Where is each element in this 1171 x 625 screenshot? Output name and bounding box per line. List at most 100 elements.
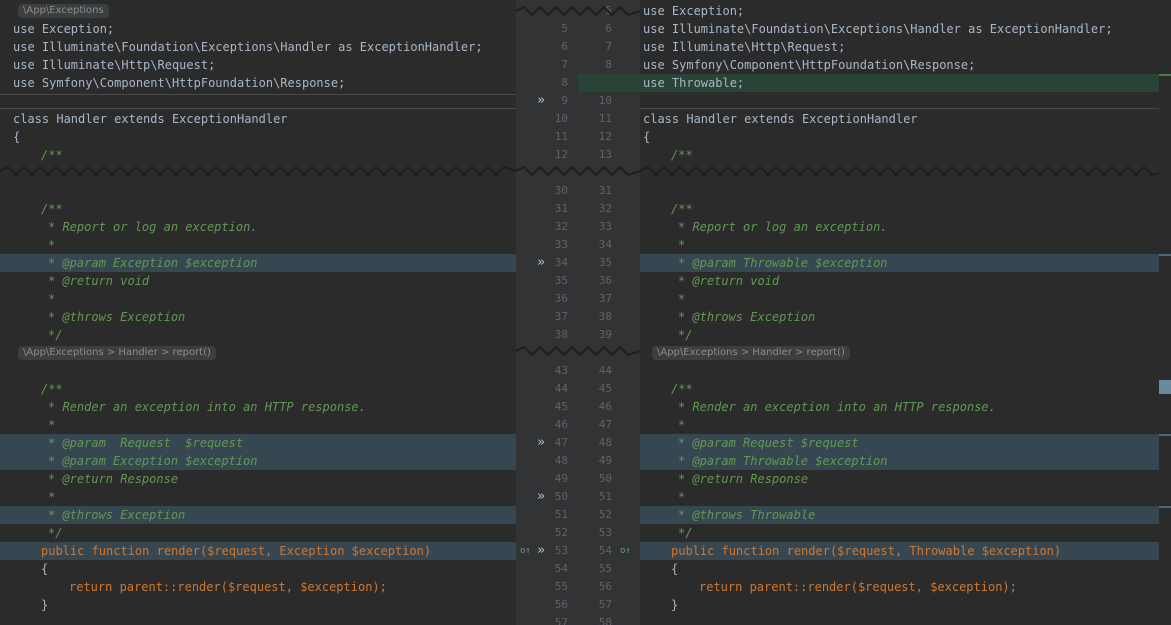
code-line: */ (678, 326, 692, 344)
right-line-number: 46 (598, 400, 612, 413)
apply-change-arrow-icon[interactable]: » (534, 542, 548, 560)
code-line: use Illuminate\Foundation\Exceptions\Han… (13, 38, 483, 56)
code-text: use Exception; (643, 4, 745, 18)
code-text: * @throws Throwable (678, 508, 816, 522)
code-line: * @param Request $request (48, 434, 243, 452)
left-line-number: 12 (554, 148, 568, 161)
right-line-number: 52 (598, 508, 612, 521)
collapsed-region-marker[interactable] (516, 166, 640, 176)
code-line: * (48, 236, 55, 254)
code-text: class Handler extends ExceptionHandler (13, 112, 288, 126)
left-line-number: 35 (554, 274, 568, 287)
diff-overview-scrollbar[interactable] (1159, 0, 1171, 625)
breadcrumb-namespace[interactable]: \App\Exceptions (18, 4, 109, 18)
code-text: * @return void (48, 274, 150, 288)
code-line: * @return void (678, 272, 779, 290)
collapsed-region-marker[interactable] (0, 166, 516, 176)
code-line: class Handler extends ExceptionHandler (643, 110, 918, 128)
left-line-number: 7 (561, 58, 568, 71)
code-text: public function render($request, Excepti… (41, 544, 432, 558)
code-line: * @return void (48, 272, 149, 290)
right-line-number: 36 (598, 274, 612, 287)
left-line-number: 5 (561, 22, 568, 35)
breadcrumb-method[interactable]: \App\Exceptions > Handler > report() (652, 346, 850, 360)
right-line-number: 51 (598, 490, 612, 503)
code-line: * @param Exception $exception (48, 452, 258, 470)
left-line-number: 45 (554, 400, 568, 413)
code-text: * @param Throwable $exception (678, 256, 888, 270)
code-text: use Throwable; (643, 76, 745, 90)
code-line: * @throws Exception (48, 506, 185, 524)
collapsed-region-marker[interactable] (516, 6, 640, 16)
code-text: */ (678, 328, 693, 342)
right-line-number: 57 (598, 598, 612, 611)
code-line: { (41, 560, 48, 578)
collapsed-region-marker[interactable] (640, 166, 1171, 176)
change-marker[interactable] (1159, 506, 1171, 508)
code-text: * @param Exception $exception (48, 454, 258, 468)
code-line: * @return Response (678, 470, 808, 488)
code-text: * Report or log an exception. (48, 220, 258, 234)
left-diff-editor[interactable]: \App\Exceptions use Exception; use Illum… (0, 0, 516, 625)
code-line: use Exception; (643, 2, 744, 20)
override-icon[interactable]: o↑ (520, 542, 531, 560)
left-line-number: 43 (554, 364, 568, 377)
right-line-number: 58 (598, 616, 612, 625)
override-icon[interactable]: o↑ (620, 542, 631, 560)
code-text: use Symfony\Component\HttpFoundation\Res… (643, 58, 976, 72)
code-text: * (678, 238, 686, 252)
code-line: use Illuminate\Http\Request; (13, 56, 215, 74)
right-diff-editor[interactable]: use Exception; use Illuminate\Foundation… (640, 0, 1171, 625)
apply-change-arrow-icon[interactable]: » (534, 254, 548, 272)
left-line-number: 48 (554, 454, 568, 467)
change-marker[interactable] (1159, 254, 1171, 256)
right-line-number: 48 (598, 436, 612, 449)
collapsed-region-marker[interactable] (516, 346, 640, 356)
code-text: return parent::render($request, $excepti… (69, 580, 387, 594)
code-line: * @throws Exception (678, 308, 815, 326)
right-line-number: 47 (598, 418, 612, 431)
code-line: * (48, 416, 55, 434)
code-text: * @param Request $request (48, 436, 244, 450)
left-line-number: 33 (554, 238, 568, 251)
code-text: } (671, 598, 679, 612)
code-text: use Illuminate\Http\Request; (13, 58, 216, 72)
inserted-marker[interactable] (1159, 74, 1171, 76)
code-line: * @param Request $request (678, 434, 859, 452)
right-line-number: 37 (598, 292, 612, 305)
code-line: */ (678, 524, 692, 542)
code-line: * @param Throwable $exception (678, 452, 888, 470)
apply-change-arrow-icon[interactable]: » (534, 488, 548, 506)
breadcrumb-method[interactable]: \App\Exceptions > Handler > report() (18, 346, 216, 360)
change-marker[interactable] (1159, 434, 1171, 436)
left-line-number: 44 (554, 382, 568, 395)
code-text: /** (671, 148, 693, 162)
left-line-number: 56 (554, 598, 568, 611)
code-line: * @throws Throwable (678, 506, 815, 524)
code-line: /** (41, 146, 63, 164)
code-text: * @param Request $request (678, 436, 859, 450)
code-line: * (48, 488, 55, 506)
left-line-number: 54 (554, 562, 568, 575)
scroll-thumb[interactable] (1159, 380, 1171, 394)
code-line: * (48, 290, 55, 308)
code-line: /** (41, 380, 63, 398)
right-line-number: 11 (598, 112, 612, 125)
code-line: */ (48, 524, 62, 542)
code-line: */ (48, 326, 62, 344)
apply-change-arrow-icon[interactable]: » (534, 92, 548, 110)
left-line-number: 6 (561, 40, 568, 53)
code-text: /** (671, 202, 693, 216)
right-line-number: 32 (598, 202, 612, 215)
inserted-line-marker (578, 74, 640, 92)
left-line-number: 55 (554, 580, 568, 593)
apply-change-arrow-icon[interactable]: » (534, 434, 548, 452)
code-text: { (643, 130, 651, 144)
left-line-number: 49 (554, 472, 568, 485)
code-line: /** (671, 380, 693, 398)
left-line-number: 30 (554, 184, 568, 197)
code-text: class Handler extends ExceptionHandler (643, 112, 918, 126)
code-line: use Symfony\Component\HttpFoundation\Res… (13, 74, 345, 92)
right-line-number: 49 (598, 454, 612, 467)
left-line-number: 38 (554, 328, 568, 341)
